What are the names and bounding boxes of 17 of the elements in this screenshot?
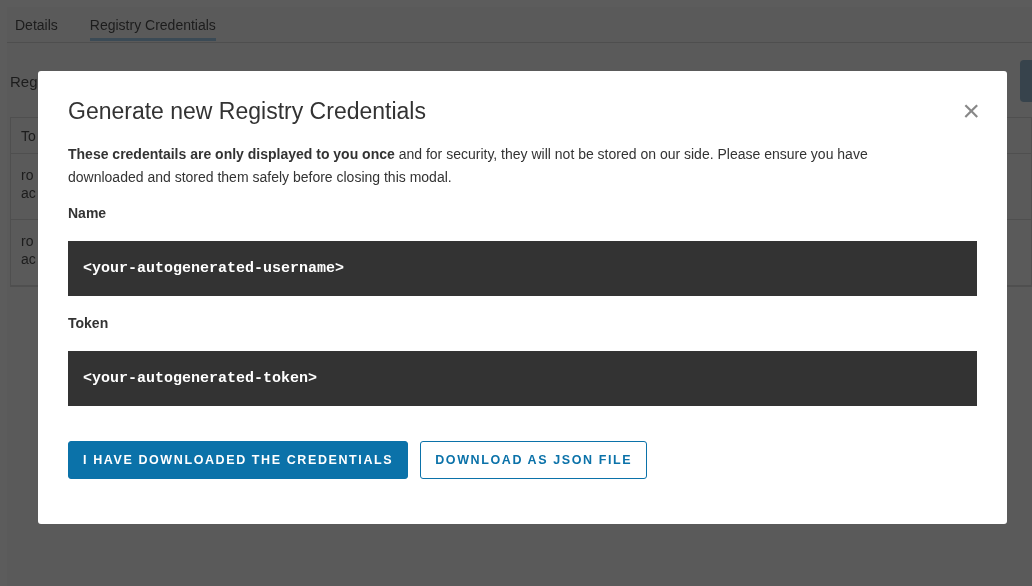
- modal-title: Generate new Registry Credentials: [68, 97, 426, 126]
- table-cell-text: ac: [21, 184, 36, 202]
- table-cell-text: ro: [21, 166, 34, 184]
- download-button[interactable]: DOWNLOAD AS JSON FILE: [420, 441, 648, 479]
- section-heading: Reg: [10, 73, 38, 90]
- notice-text: These credentails are only displayed to you once and for security, they will not be stored on our side. Please ensure you have downloaded and stored them safely before closing this modal.: [68, 145, 869, 187]
- table-cell-text: ro: [21, 232, 34, 250]
- table-cell-text: ac: [21, 250, 36, 268]
- column-header: To: [21, 128, 36, 144]
- action-button[interactable]: [1020, 60, 1032, 102]
- tab[interactable]: Registry Credentials: [89, 7, 216, 41]
- credential-field: <your-autogenerated-token>: [68, 351, 977, 406]
- credential-field: <your-autogenerated-username>: [68, 241, 977, 296]
- field-label: Name: [68, 204, 108, 222]
- field-label: Token: [68, 314, 110, 332]
- confirm-button[interactable]: I HAVE DOWNLOADED THE CREDENTIALS: [68, 441, 409, 479]
- tab[interactable]: Details: [15, 7, 58, 41]
